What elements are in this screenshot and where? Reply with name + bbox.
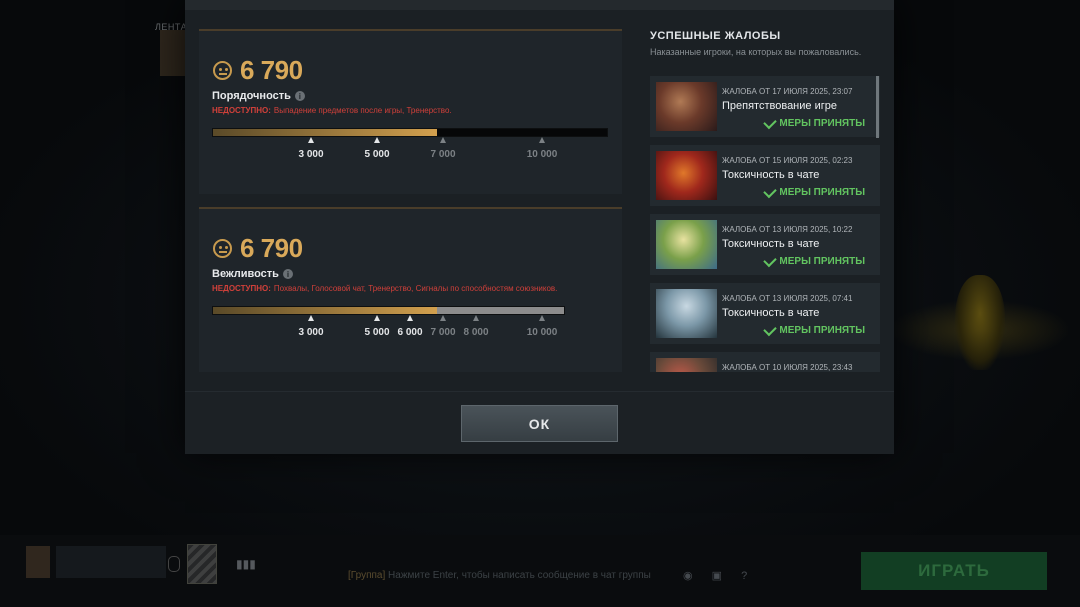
milestone-tick: 7 000 xyxy=(423,137,463,161)
report-reason: Токсичность в чате xyxy=(722,169,820,181)
reports-subtitle: Наказанные игроки, на которых вы пожалов… xyxy=(650,47,862,57)
behavior-score-card: 6 790 Порядочность i НЕДОСТУПНО: Выпадени… xyxy=(199,29,622,194)
reports-title: УСПЕШНЫЕ ЖАЛОБЫ xyxy=(650,30,781,42)
reports-list[interactable]: ЖАЛОБА ОТ 17 ИЮЛЯ 2025, 23:07 Препятствов… xyxy=(650,76,882,372)
communication-score-row: 6 790 xyxy=(213,233,303,264)
conduct-summary-dialog: 6 790 Порядочность i НЕДОСТУПНО: Выпадени… xyxy=(185,0,894,454)
check-icon xyxy=(763,115,778,129)
behavior-unavailable: НЕДОСТУПНО: Выпадение предметов после игр… xyxy=(212,106,452,115)
report-item[interactable]: ЖАЛОБА ОТ 13 ИЮЛЯ 2025, 07:41 Токсичность… xyxy=(650,283,880,344)
milestone-tick: 10 000 xyxy=(522,137,562,161)
report-date: ЖАЛОБА ОТ 13 ИЮЛЯ 2025, 10:22 xyxy=(722,225,853,234)
unavailable-text: Выпадение предметов после игры, Тренерст… xyxy=(273,106,452,115)
info-icon[interactable]: i xyxy=(294,91,305,101)
hero-portrait xyxy=(656,289,717,338)
status-text: МЕРЫ ПРИНЯТЫ xyxy=(779,256,865,267)
neutral-face-icon xyxy=(213,61,232,80)
hero-portrait xyxy=(656,358,717,372)
report-status: МЕРЫ ПРИНЯТЫ xyxy=(763,115,865,129)
communication-label-text: Вежливость xyxy=(212,268,279,280)
ok-button[interactable]: ОК xyxy=(461,405,618,442)
behavior-progress-bar xyxy=(212,128,608,137)
party-chat: [Группа] Нажмите Enter, чтобы написать с… xyxy=(348,570,651,581)
party-invite-icon xyxy=(168,556,180,572)
report-item[interactable]: ЖАЛОБА ОТ 17 ИЮЛЯ 2025, 23:07 Препятствов… xyxy=(650,76,880,137)
unavailable-label: НЕДОСТУПНО: xyxy=(212,284,271,293)
communication-unavailable: НЕДОСТУПНО: Похвалы, Голосовой чат, Трене… xyxy=(212,284,557,293)
hero-portrait xyxy=(656,151,717,200)
communication-score-value: 6 790 xyxy=(240,233,303,263)
feed-thumbnail xyxy=(160,30,186,76)
behavior-label-text: Порядочность xyxy=(212,90,291,102)
report-date: ЖАЛОБА ОТ 10 ИЮЛЯ 2025, 23:43 xyxy=(722,363,853,372)
report-status: МЕРЫ ПРИНЯТЫ xyxy=(763,184,865,198)
hero-portrait xyxy=(656,220,717,269)
neutral-face-icon xyxy=(213,239,232,258)
party-slots xyxy=(56,546,166,578)
ready-check-icon xyxy=(187,544,217,584)
report-reason: Токсичность в чате xyxy=(722,307,820,319)
chat-channel: [Группа] xyxy=(348,570,386,581)
report-item[interactable]: ЖАЛОБА ОТ 10 ИЮЛЯ 2025, 23:43 xyxy=(650,352,880,372)
dialog-footer: ОК xyxy=(185,391,894,454)
check-icon xyxy=(763,184,778,198)
behavior-score-row: 6 790 xyxy=(213,55,303,86)
milestone-tick: 3 000 xyxy=(291,315,331,339)
unavailable-label: НЕДОСТУПНО: xyxy=(212,106,271,115)
report-item[interactable]: ЖАЛОБА ОТ 13 ИЮЛЯ 2025, 10:22 Токсичность… xyxy=(650,214,880,275)
milestone-tick: 5 000 xyxy=(357,137,397,161)
report-status: МЕРЫ ПРИНЯТЫ xyxy=(763,322,865,336)
info-icon[interactable]: i xyxy=(282,269,293,279)
milestone-tick: 8 000 xyxy=(456,315,496,339)
behavior-progress-fill xyxy=(213,129,438,136)
milestone-tick: 10 000 xyxy=(522,315,562,339)
status-text: МЕРЫ ПРИНЯТЫ xyxy=(779,118,865,129)
check-icon xyxy=(763,322,778,336)
report-date: ЖАЛОБА ОТ 13 ИЮЛЯ 2025, 07:41 xyxy=(722,294,853,303)
report-date: ЖАЛОБА ОТ 15 ИЮЛЯ 2025, 02:23 xyxy=(722,156,853,165)
communication-progress-fill xyxy=(213,307,438,314)
status-text: МЕРЫ ПРИНЯТЫ xyxy=(779,187,865,198)
status-text: МЕРЫ ПРИНЯТЫ xyxy=(779,325,865,336)
grid-icon: ▮▮▮ xyxy=(236,557,256,571)
player-avatar xyxy=(26,546,50,578)
behavior-score-value: 6 790 xyxy=(240,55,303,85)
hero-portrait xyxy=(656,82,717,131)
reports-scrollbar[interactable] xyxy=(876,76,879,138)
hero-silhouette xyxy=(955,275,1005,370)
behavior-score-label: Порядочность i xyxy=(212,90,305,102)
chat-placeholder: Нажмите Enter, чтобы написать сообщение … xyxy=(388,570,651,581)
report-date: ЖАЛОБА ОТ 17 ИЮЛЯ 2025, 23:07 xyxy=(722,87,853,96)
report-status: МЕРЫ ПРИНЯТЫ xyxy=(763,253,865,267)
communication-score-label: Вежливость i xyxy=(212,268,293,280)
communication-score-card: 6 790 Вежливость i НЕДОСТУПНО: Похвалы, Г… xyxy=(199,207,622,372)
check-icon xyxy=(763,253,778,267)
communication-progress-bar xyxy=(212,306,565,315)
chat-icons: ◉ ▣ ? xyxy=(683,570,756,582)
play-button: ИГРАТЬ xyxy=(861,552,1047,590)
unavailable-text: Похвалы, Голосовой чат, Тренерство, Сигн… xyxy=(273,284,558,293)
report-item[interactable]: ЖАЛОБА ОТ 15 ИЮЛЯ 2025, 02:23 Токсичность… xyxy=(650,145,880,206)
report-reason: Препятствование игре xyxy=(722,100,837,112)
dialog-top-edge xyxy=(185,0,894,10)
report-reason: Токсичность в чате xyxy=(722,238,820,250)
milestone-tick: 3 000 xyxy=(291,137,331,161)
